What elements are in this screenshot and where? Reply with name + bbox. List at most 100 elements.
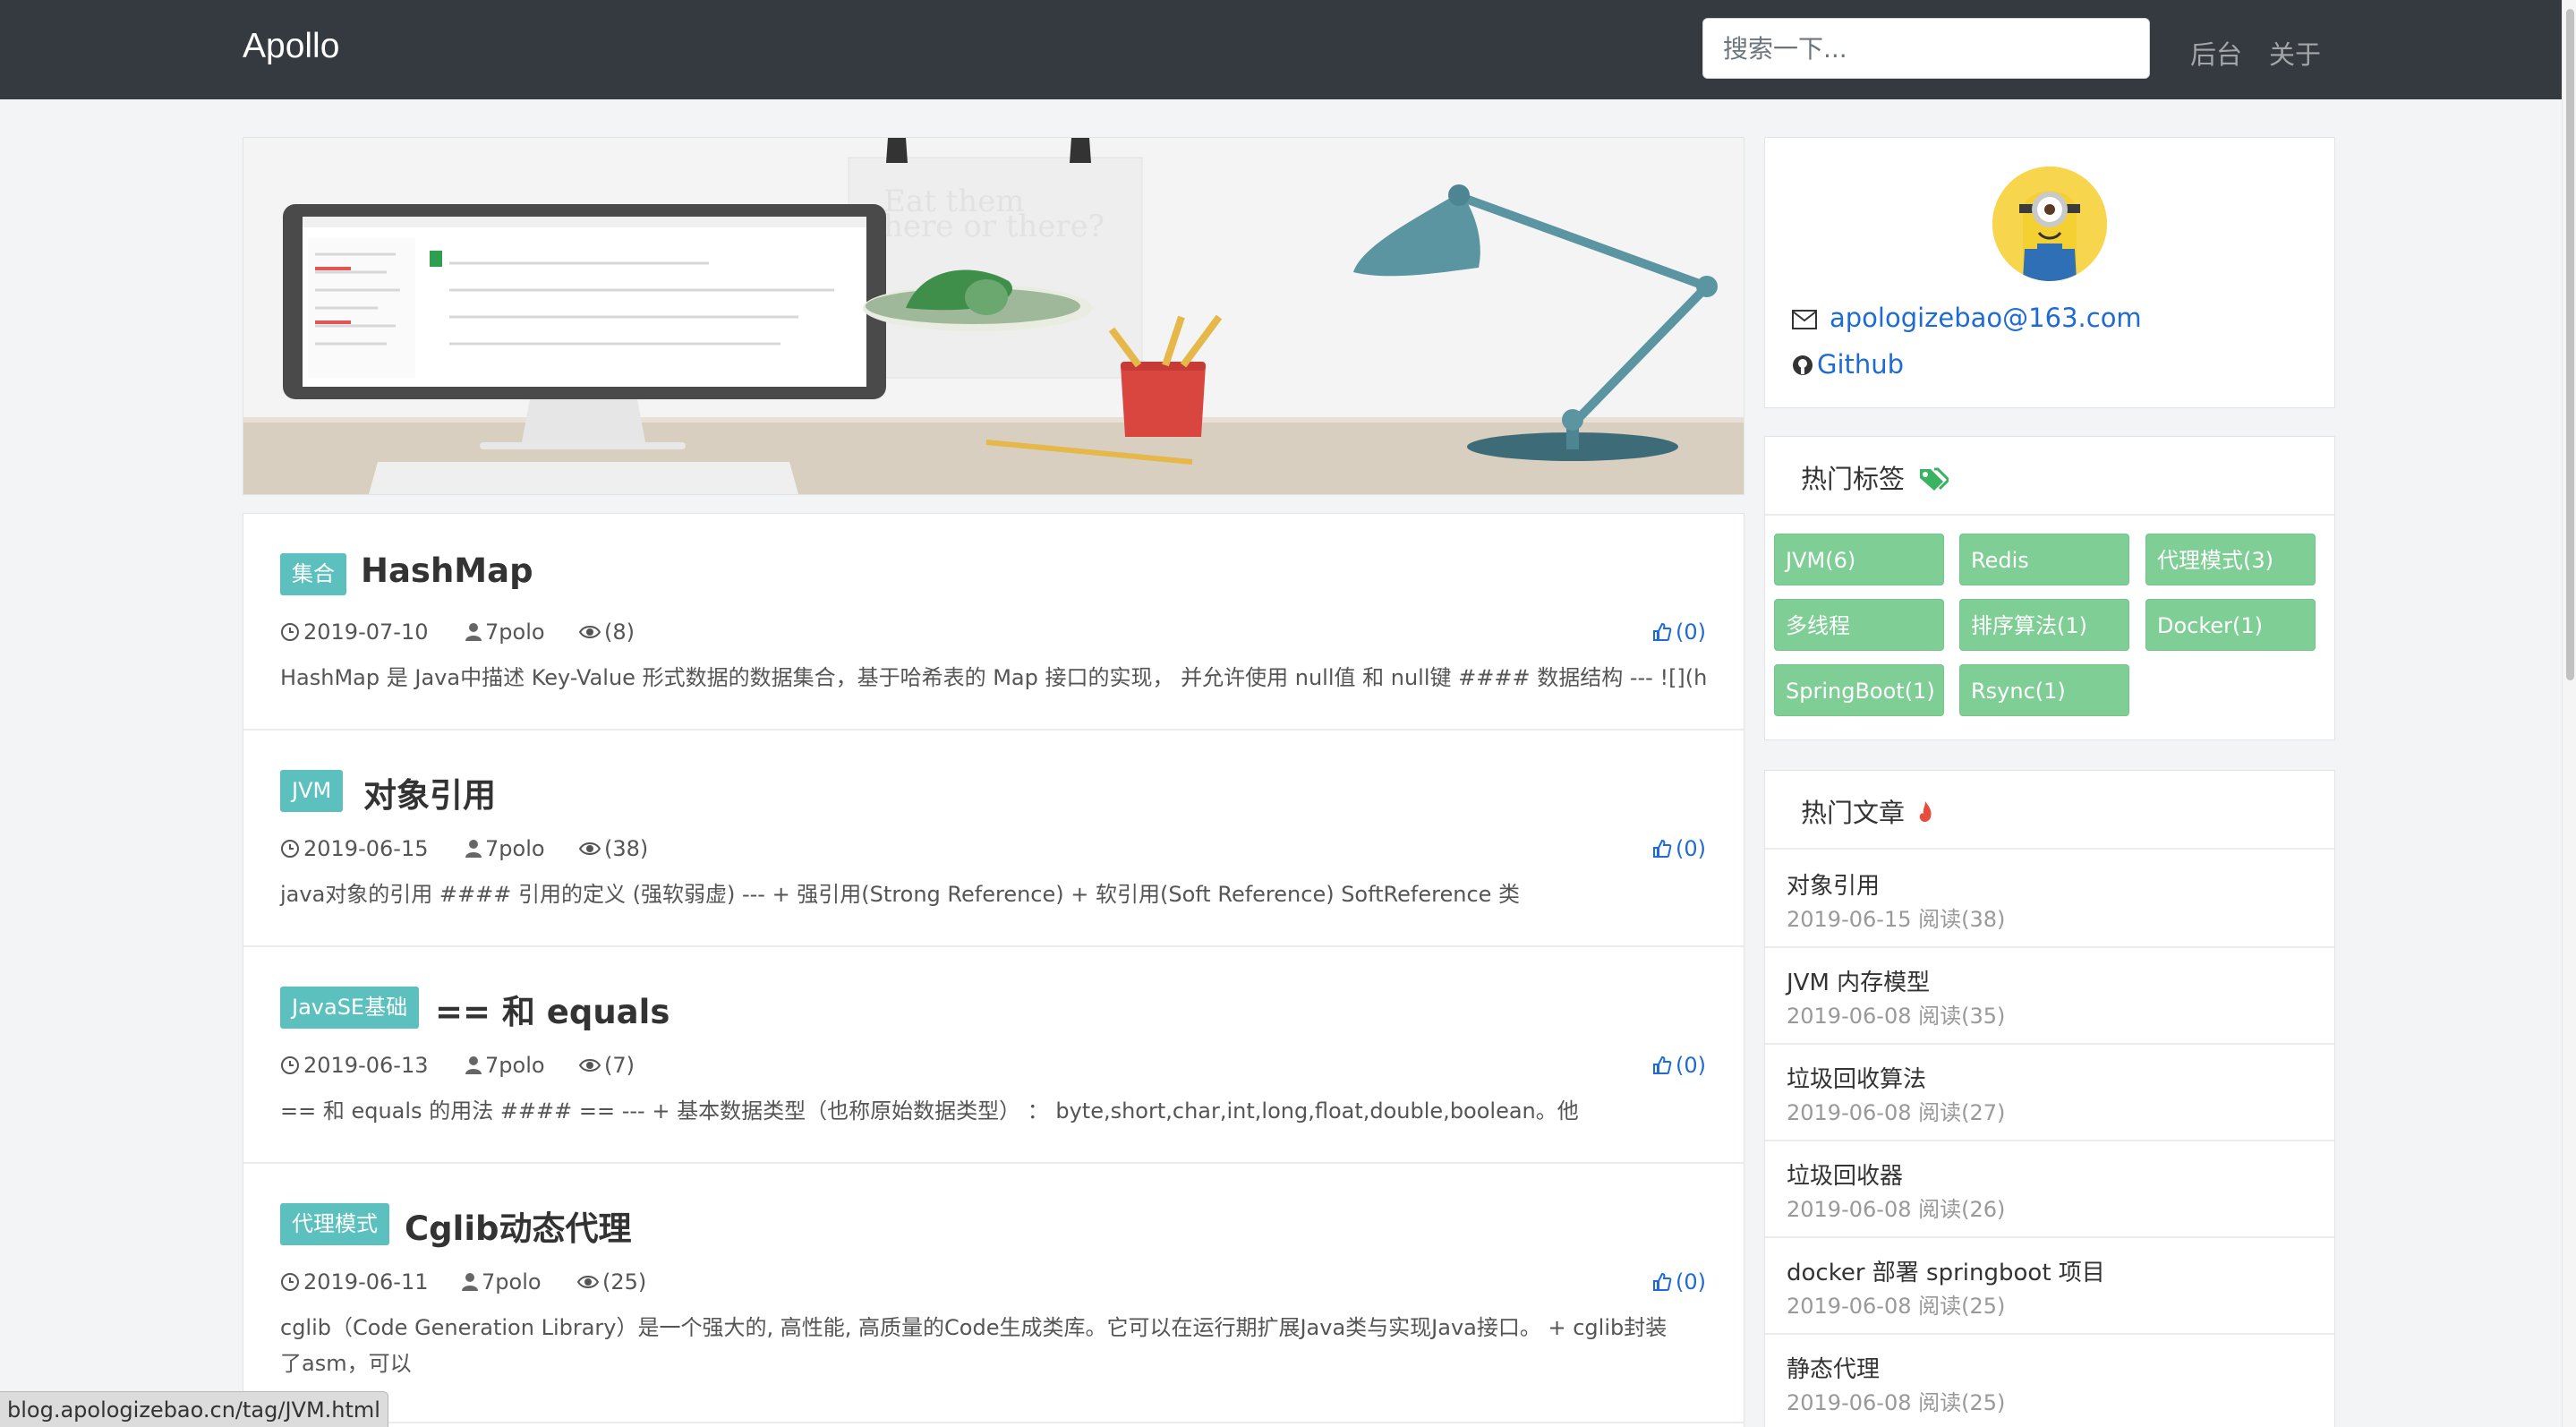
- status-bar-url: blog.apologizebao.cn/tag/JVM.html: [0, 1391, 388, 1427]
- fire-icon: [1916, 799, 1934, 831]
- user-icon: [465, 622, 482, 647]
- avatar: [1992, 167, 2107, 281]
- tag-button[interactable]: SpringBoot(1): [1774, 664, 1944, 716]
- hot-article-title[interactable]: 垃圾回收算法: [1787, 1061, 1926, 1094]
- github-text: Github: [1817, 349, 1905, 380]
- search-input[interactable]: [1702, 18, 2150, 79]
- hot-article-item[interactable]: 垃圾回收算法 2019-06-08 阅读(27): [1765, 1045, 2334, 1141]
- post-views: (38): [604, 836, 649, 861]
- post-tag[interactable]: 代理模式: [280, 1203, 389, 1245]
- clock-icon: [280, 839, 300, 864]
- hot-article-item[interactable]: 静态代理 2019-06-08 阅读(25): [1765, 1335, 2334, 1427]
- user-icon: [465, 839, 482, 864]
- tag-button[interactable]: Docker(1): [2145, 599, 2316, 651]
- thumbs-up-icon: [1652, 839, 1672, 864]
- hot-article-title[interactable]: docker 部署 springboot 项目: [1787, 1254, 2105, 1287]
- hot-article-title[interactable]: 静态代理: [1787, 1351, 1880, 1384]
- hot-article-item[interactable]: 对象引用 2019-06-15 阅读(38): [1765, 851, 2334, 948]
- email-link[interactable]: apologizebao@163.com: [1792, 303, 2142, 336]
- post-title[interactable]: 对象引用: [363, 768, 496, 816]
- eye-icon: [576, 1272, 600, 1297]
- post-meta: 2019-06-11: [280, 1269, 428, 1297]
- post-author-wrap: 7polo: [465, 836, 545, 864]
- hot-article-meta: 2019-06-08 阅读(26): [1787, 1197, 2006, 1222]
- post-item: JVM 对象引用 2019-06-15 7polo (38) (0) java对…: [243, 731, 1744, 947]
- hot-articles-header: 热门文章: [1765, 771, 2334, 850]
- hot-article-meta: 2019-06-15 阅读(38): [1787, 907, 2006, 932]
- desk-illustration: Eat them here or there?: [243, 138, 1744, 494]
- post-views: (7): [604, 1053, 635, 1078]
- post-date: 2019-06-15: [303, 836, 429, 861]
- github-link[interactable]: Github: [1792, 349, 1904, 382]
- post-views: (25): [602, 1269, 647, 1295]
- post-title[interactable]: == 和 equals: [435, 985, 670, 1033]
- post-title[interactable]: Cglib动态代理: [405, 1201, 632, 1250]
- post-meta: 2019-06-15: [280, 836, 428, 864]
- post-summary: == 和 equals 的用法 #### == --- + 基本数据类型（也称原…: [280, 1098, 1579, 1124]
- tag-button[interactable]: 排序算法(1): [1959, 599, 2129, 651]
- hot-article-title[interactable]: JVM 内存模型: [1787, 964, 1930, 997]
- post-views-wrap: (8): [578, 620, 635, 647]
- post-date: 2019-06-11: [303, 1269, 429, 1295]
- post-date: 2019-07-10: [303, 620, 429, 645]
- post-summary: cglib（Code Generation Library）是一个强大的, 高性…: [280, 1315, 1668, 1376]
- hot-article-item[interactable]: 垃圾回收器 2019-06-08 阅读(26): [1765, 1141, 2334, 1238]
- clock-icon: [280, 1272, 300, 1297]
- tag-button[interactable]: Redis: [1959, 534, 2129, 585]
- hot-article-item[interactable]: docker 部署 springboot 项目 2019-06-08 阅读(25…: [1765, 1238, 2334, 1335]
- envelope-icon: [1792, 305, 1817, 336]
- post-item: JavaSE基础 == 和 equals 2019-06-13 7polo (7…: [243, 947, 1744, 1164]
- like-count: (0): [1676, 1269, 1706, 1295]
- post-title[interactable]: HashMap: [361, 551, 533, 590]
- user-icon: [462, 1272, 478, 1297]
- hot-article-title[interactable]: 垃圾回收器: [1787, 1158, 1903, 1191]
- hot-tags-title-text: 热门标签: [1801, 464, 1906, 494]
- email-text: apologizebao@163.com: [1830, 303, 2142, 333]
- hot-article-meta: 2019-06-08 阅读(25): [1787, 1294, 2006, 1319]
- post-summary: java对象的引用 #### 引用的定义 (强软弱虚) --- + 强引用(St…: [280, 882, 1521, 907]
- hot-tags-card: 热门标签 JVM(6) Redis 代理模式(3) 多线程 排序算法(1) Do…: [1764, 436, 2335, 740]
- like-button[interactable]: (0): [1652, 836, 1706, 864]
- post-tag[interactable]: JVM: [280, 770, 344, 812]
- post-author-wrap: 7polo: [462, 1269, 542, 1297]
- poster-text-2: here or there?: [883, 209, 1105, 244]
- eye-icon: [578, 1055, 601, 1081]
- hot-articles-card: 热门文章 对象引用 2019-06-15 阅读(38) JVM 内存模型 201…: [1764, 770, 2335, 1427]
- like-button[interactable]: (0): [1652, 620, 1706, 647]
- hot-article-item[interactable]: JVM 内存模型 2019-06-08 阅读(35): [1765, 948, 2334, 1045]
- hot-tags-header: 热门标签: [1765, 437, 2334, 516]
- post-item: 代理模式 Cglib动态代理 2019-06-11 7polo (25) (0)…: [243, 1164, 1744, 1423]
- post-author: 7polo: [485, 620, 545, 645]
- page-scrollbar[interactable]: [2562, 0, 2576, 1427]
- post-author: 7polo: [482, 1269, 542, 1295]
- hot-articles-title-text: 热门文章: [1801, 798, 1906, 828]
- nav-link-admin[interactable]: 后台: [2190, 34, 2242, 72]
- top-navbar: Apollo 后台 关于: [0, 0, 2562, 99]
- like-button[interactable]: (0): [1652, 1269, 1706, 1297]
- post-meta: 2019-07-10: [280, 620, 428, 647]
- hero-banner: Eat them here or there?: [243, 137, 1744, 495]
- tag-button[interactable]: Rsync(1): [1959, 664, 2129, 716]
- post-author-wrap: 7polo: [465, 620, 545, 647]
- tag-button[interactable]: 代理模式(3): [2145, 534, 2316, 585]
- hot-article-title[interactable]: 对象引用: [1787, 867, 1880, 901]
- thumbs-up-icon: [1652, 622, 1672, 647]
- post-tag[interactable]: JavaSE基础: [280, 987, 420, 1029]
- post-views-wrap: (25): [576, 1269, 647, 1297]
- like-count: (0): [1676, 620, 1706, 645]
- tags-icon: [1918, 466, 1951, 497]
- post-author: 7polo: [485, 1053, 545, 1078]
- nav-link-about[interactable]: 关于: [2269, 34, 2321, 72]
- thumbs-up-icon: [1652, 1272, 1672, 1297]
- post-date: 2019-06-13: [303, 1053, 429, 1078]
- profile-card: apologizebao@163.com Github: [1764, 137, 2335, 408]
- brand-logo[interactable]: Apollo: [243, 27, 339, 66]
- tag-button[interactable]: JVM(6): [1774, 534, 1944, 585]
- tag-button[interactable]: 多线程: [1774, 599, 1944, 651]
- like-count: (0): [1676, 1053, 1706, 1078]
- post-author-wrap: 7polo: [465, 1053, 545, 1081]
- like-button[interactable]: (0): [1652, 1053, 1706, 1081]
- scrollbar-thumb[interactable]: [2566, 9, 2574, 680]
- post-tag[interactable]: 集合: [280, 553, 346, 595]
- post-views-wrap: (38): [578, 836, 649, 864]
